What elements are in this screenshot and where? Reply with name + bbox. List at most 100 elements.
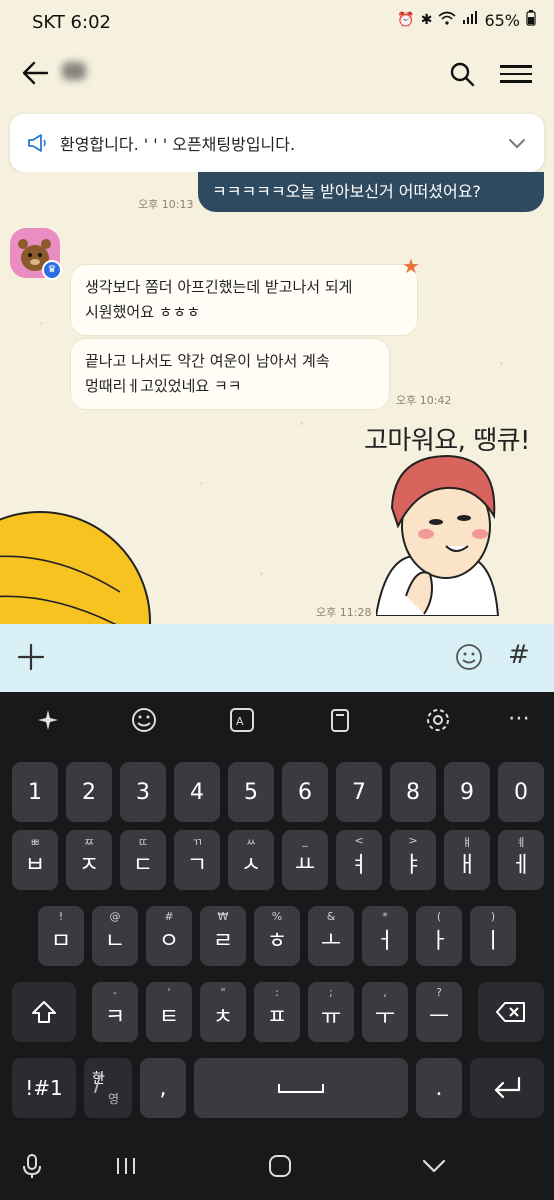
chevron-down-icon[interactable] <box>506 132 528 154</box>
period-key[interactable]: . <box>416 1058 462 1118</box>
key-u[interactable]: ,ㅜ <box>362 982 408 1042</box>
key-eu[interactable]: ? ㅡ <box>416 982 462 1042</box>
key-label: ㅂ <box>24 853 46 878</box>
key-alt-label: ? <box>436 986 442 999</box>
key-alt-label: ) <box>490 910 496 923</box>
message-input-bar[interactable]: # <box>0 624 554 692</box>
shift-arrow-icon <box>32 1001 56 1023</box>
key-s[interactable]: ㅆㅅ <box>228 830 274 890</box>
key-7[interactable]: 7 <box>336 762 382 822</box>
key-d[interactable]: ㄸㄷ <box>120 830 166 890</box>
backspace-icon <box>496 1002 525 1022</box>
key-label: ㄱ <box>186 853 208 878</box>
key-p[interactable]: :ㅍ <box>254 982 300 1042</box>
translate-icon[interactable]: A <box>228 706 258 736</box>
comma-key[interactable]: , <box>140 1058 186 1118</box>
key-label: ㅊ <box>212 1005 234 1030</box>
settings-gear-icon[interactable] <box>424 706 454 736</box>
keyboard: A ⋯ 1 2 3 4 5 6 7 8 9 0 ㅃㅂ ㅉㅈ ㄸㄷ ㄲㄱ ㅆㅅ _… <box>0 692 554 1130</box>
key-k[interactable]: -ㅋ <box>92 982 138 1042</box>
key-a[interactable]: (ㅏ <box>416 906 462 966</box>
backspace-key[interactable] <box>478 982 544 1042</box>
key-yu[interactable]: ; ㅠ <box>308 982 354 1042</box>
key-alt-label: ㄲ <box>191 836 203 849</box>
key-6[interactable]: 6 <box>282 762 328 822</box>
key-n[interactable]: @ ㄴ <box>92 906 138 966</box>
sparkle-ai-icon[interactable] <box>34 706 64 736</box>
key-eo[interactable]: * ㅓ <box>362 906 408 966</box>
alarm-icon: ⏰ <box>397 12 415 28</box>
key-label: ㅗ <box>320 929 342 954</box>
more-options-icon[interactable]: ⋯ <box>508 706 538 736</box>
key-g[interactable]: ㄲㄱ <box>174 830 220 890</box>
symbols-key[interactable]: !#1 <box>12 1058 76 1118</box>
emoji-icon[interactable] <box>130 706 160 736</box>
crown-badge-icon: ♛ <box>42 260 62 280</box>
key-i[interactable]: ) ㅣ <box>470 906 516 966</box>
star-icon: ★ <box>402 254 420 278</box>
key-8[interactable]: 8 <box>390 762 436 822</box>
key-label: ㅅ <box>240 853 262 878</box>
key-3[interactable]: 3 <box>120 762 166 822</box>
message-time: 오후 10:42 <box>396 394 452 407</box>
key-1[interactable]: 1 <box>12 762 58 822</box>
slash-divider: / <box>94 1072 102 1097</box>
key-t[interactable]: ' ㅌ <box>146 982 192 1042</box>
home-icon[interactable] <box>266 1152 294 1180</box>
key-4[interactable]: 4 <box>174 762 220 822</box>
key-j[interactable]: ㅉㅈ <box>66 830 112 890</box>
key-ya[interactable]: > ㅑ <box>390 830 436 890</box>
chat-area[interactable]: ㅋㅋㅋㅋㅋ오늘 받아보신거 어떠셨어요? 오후 10:13 ♛ 생각보다 쫌더 … <box>0 172 554 624</box>
incoming-message[interactable]: 생각보다 쫌더 아프긴했는데 받고나서 되게 시원했어요 ㅎㅎㅎ <box>70 264 418 336</box>
language-switch-key[interactable]: 한 / 영 <box>84 1058 132 1118</box>
key-ch[interactable]: " ㅊ <box>200 982 246 1042</box>
key-m[interactable]: ! ㅁ <box>38 906 84 966</box>
space-key[interactable] <box>194 1058 408 1118</box>
incoming-message[interactable]: 끝나고 나서도 약간 여운이 남아서 계속 멍때리ㅔ고있었네요 ㅋㅋ <box>70 338 390 410</box>
key-0[interactable]: 0 <box>498 762 544 822</box>
key-alt-label: ㅆ <box>245 836 257 849</box>
sticker-image[interactable] <box>374 446 500 617</box>
key-ng[interactable]: # ㅇ <box>146 906 192 966</box>
key-o[interactable]: & ㅗ <box>308 906 354 966</box>
signal-icon <box>462 11 478 29</box>
space-bar-icon <box>278 1084 324 1093</box>
key-2[interactable]: 2 <box>66 762 112 822</box>
key-e[interactable]: ㅖㅔ <box>498 830 544 890</box>
key-label: ㅏ <box>428 929 450 954</box>
number-row: 1 2 3 4 5 6 7 8 9 0 <box>0 762 554 822</box>
key-yeo[interactable]: < ㅕ <box>336 830 382 890</box>
key-h[interactable]: % ㅎ <box>254 906 300 966</box>
lang-english-label: 영 <box>108 1092 120 1106</box>
message-time: 오후 11:28 <box>316 606 372 619</box>
search-icon[interactable] <box>448 60 478 90</box>
key-9[interactable]: 9 <box>444 762 490 822</box>
microphone-icon[interactable] <box>18 1152 46 1180</box>
key-ae[interactable]: ㅒㅐ <box>444 830 490 890</box>
shift-key[interactable] <box>12 982 76 1042</box>
key-yo[interactable]: _ ㅛ <box>282 830 328 890</box>
key-r[interactable]: ₩ ㄹ <box>200 906 246 966</box>
menu-icon[interactable] <box>500 60 532 90</box>
back-chevron-down-icon[interactable] <box>420 1152 448 1180</box>
key-alt-label: - <box>113 986 117 999</box>
enter-key[interactable] <box>470 1058 544 1118</box>
emoticon-icon[interactable] <box>454 642 484 672</box>
key-label: ㅇ <box>158 929 180 954</box>
hashtag-icon[interactable]: # <box>508 640 530 670</box>
key-label: ㅁ <box>50 929 72 954</box>
clipboard-icon[interactable] <box>326 706 356 736</box>
ball-decoration <box>0 502 160 624</box>
megaphone-icon <box>26 132 48 154</box>
keyboard-toolbar: A ⋯ <box>0 692 554 752</box>
back-arrow-icon[interactable] <box>20 58 56 94</box>
recent-apps-icon[interactable] <box>112 1152 140 1180</box>
key-alt-label: # <box>164 910 174 923</box>
notice-banner[interactable]: 환영합니다. ' ' ' 오픈채팅방입니다. <box>10 114 544 172</box>
key-label: ㅎ <box>266 929 288 954</box>
outgoing-message[interactable]: ㅋㅋㅋㅋㅋ오늘 받아보신거 어떠셨어요? <box>198 172 544 212</box>
plus-icon[interactable] <box>16 642 46 672</box>
carrier-time: SKT 6:02 <box>32 12 111 33</box>
key-b[interactable]: ㅃㅂ <box>12 830 58 890</box>
key-5[interactable]: 5 <box>228 762 274 822</box>
